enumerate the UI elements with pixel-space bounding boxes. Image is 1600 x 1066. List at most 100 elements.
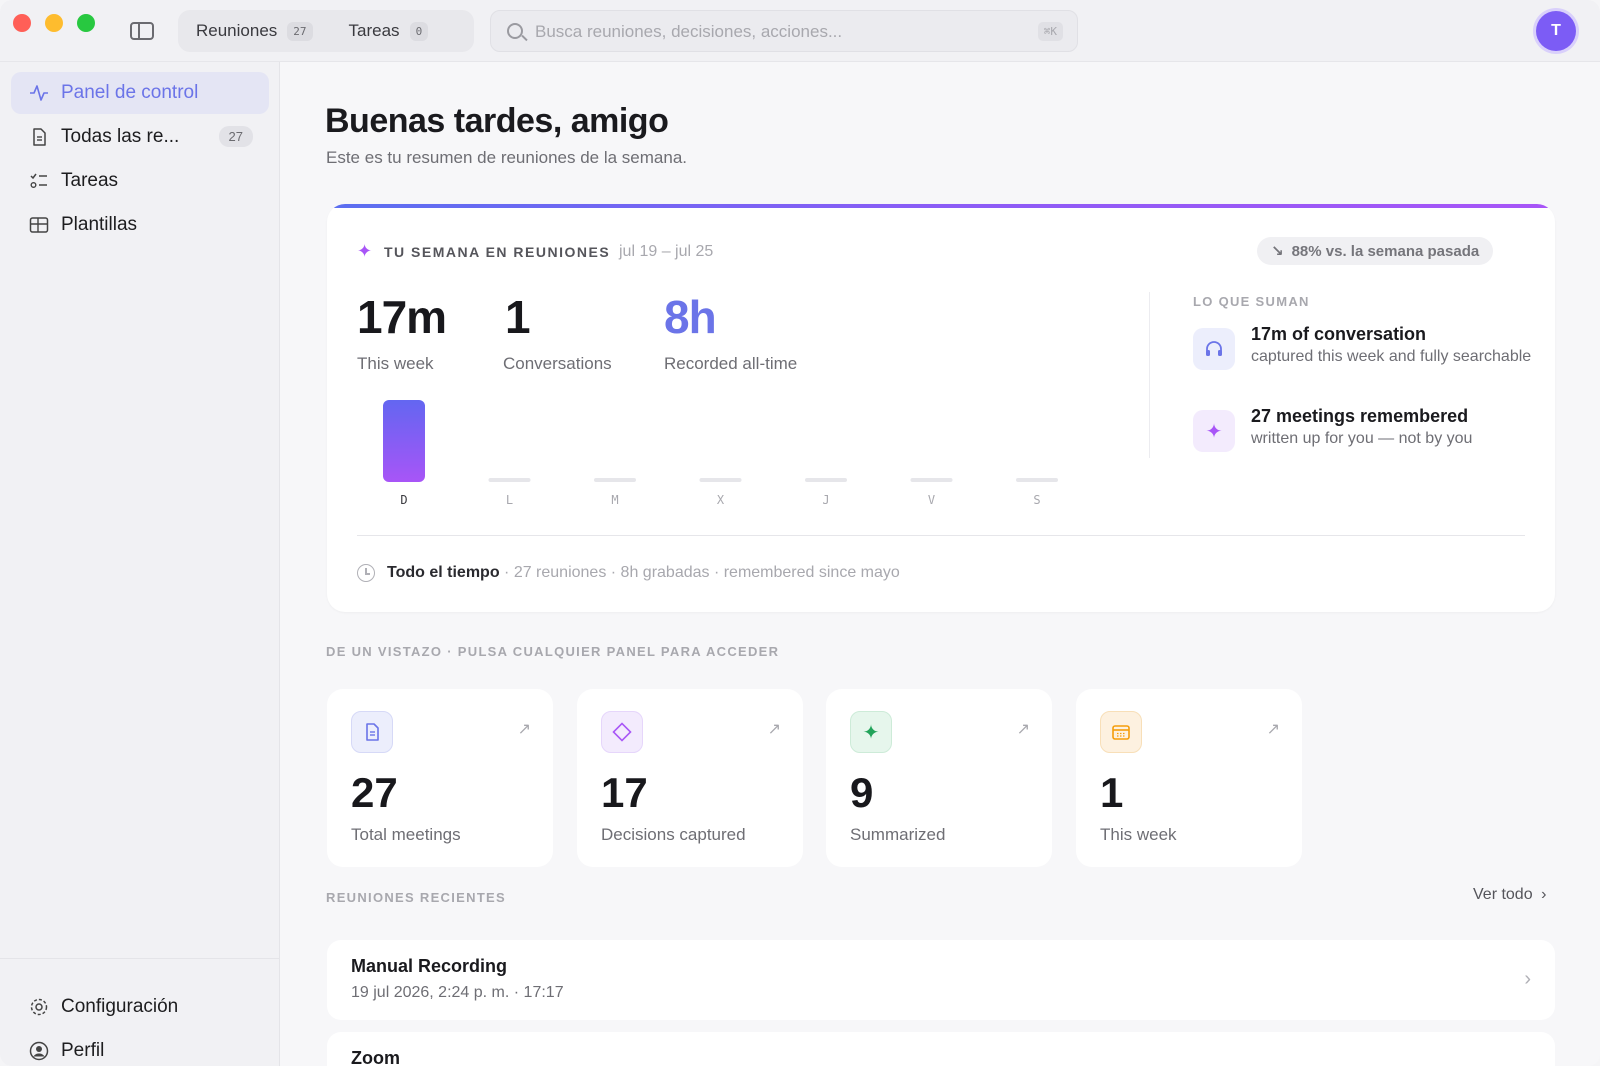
trend-badge: ↘ 88% vs. la semana pasada — [1257, 237, 1494, 265]
meeting-row[interactable]: Zoom — [327, 1032, 1555, 1066]
tab-tareas[interactable]: Tareas 0 — [331, 10, 447, 52]
sidebar-toggle-icon[interactable] — [130, 22, 154, 40]
page-title: Buenas tardes, amigo — [325, 102, 669, 140]
sidebar-item-label: Plantillas — [61, 214, 138, 235]
sparkle-icon: ✦ — [850, 711, 892, 753]
avatar[interactable]: T — [1536, 11, 1576, 51]
sidebar-item-label: Perfil — [61, 1040, 105, 1061]
card-accent-bar — [327, 204, 1555, 208]
weekly-bar-chart: DLMXJVS — [383, 400, 1058, 507]
chart-tick-label: S — [1033, 493, 1040, 507]
minimize-window-button[interactable] — [45, 14, 63, 32]
stat-recorded-value: 8h — [664, 291, 717, 343]
recent-section-title: REUNIONES RECIENTES — [326, 890, 507, 905]
chart-tick-label: L — [506, 493, 513, 507]
chart-bar-X — [699, 478, 742, 482]
chart-bar-J — [805, 478, 847, 482]
gear-icon — [30, 998, 48, 1016]
close-window-button[interactable] — [13, 14, 31, 32]
chart-bar-V — [910, 478, 953, 482]
profile-icon — [29, 1041, 49, 1061]
sparkle-icon: ✦ — [1193, 410, 1235, 452]
chart-tick-label: M — [611, 493, 618, 507]
tile-total-meetings[interactable]: ↗ 27 Total meetings — [327, 689, 553, 867]
chevron-right-icon: › — [1541, 886, 1547, 903]
chart-bar-M — [594, 478, 636, 482]
search-placeholder: Busca reuniones, decisiones, acciones... — [535, 22, 843, 41]
glance-section-title: DE UN VISTAZO · PULSA CUALQUIER PANEL PA… — [326, 644, 780, 659]
clock-icon — [357, 564, 375, 582]
search-input[interactable]: Busca reuniones, decisiones, acciones...… — [490, 10, 1078, 52]
stat-this-week-label: This week — [357, 354, 434, 373]
document-icon — [351, 711, 393, 753]
tab-label: Tareas — [348, 21, 400, 40]
view-switcher: Reuniones 27 Tareas 0 — [178, 10, 474, 52]
sidebar-divider — [0, 958, 280, 959]
activity-icon — [30, 85, 48, 101]
chart-tick-label: V — [928, 493, 935, 507]
tile-this-week[interactable]: ↗ 1 This week — [1076, 689, 1302, 867]
diamond-icon — [601, 711, 643, 753]
see-all-label: Ver todo — [1473, 886, 1533, 903]
table-icon — [29, 217, 49, 233]
trend-text: 88% vs. la semana pasada — [1291, 242, 1480, 260]
app-window: Reuniones 27 Tareas 0 Busca reuniones, d… — [0, 0, 1600, 1066]
meeting-title: Manual Recording — [351, 956, 508, 976]
document-icon — [33, 128, 46, 146]
meeting-meta: 19 jul 2026, 2:24 p. m. · 17:17 — [351, 984, 564, 1001]
summary-head: 27 meetings remembered — [1251, 406, 1469, 426]
tab-reuniones[interactable]: Reuniones 27 — [178, 10, 331, 52]
tile-decisions-captured[interactable]: ↗ 17 Decisions captured — [577, 689, 803, 867]
vertical-divider — [1149, 292, 1150, 458]
tab-count-badge: 0 — [409, 21, 429, 41]
tile-summarized[interactable]: ✦ ↗ 9 Summarized — [826, 689, 1052, 867]
sidebar-item-todas-las-reuniones[interactable]: Todas las re... 27 — [11, 116, 269, 158]
stat-conversations-value: 1 — [505, 291, 531, 343]
tile-label: Decisions captured — [601, 825, 746, 844]
tile-value: 27 — [351, 769, 398, 816]
search-icon — [507, 23, 523, 39]
all-time-details: · 27 reuniones · 8h grabadas · remembere… — [499, 564, 900, 581]
card-divider — [357, 535, 1525, 536]
sidebar-item-perfil[interactable]: Perfil — [11, 1030, 269, 1066]
tile-label: Summarized — [850, 825, 946, 844]
title-bar: Reuniones 27 Tareas 0 Busca reuniones, d… — [0, 0, 1600, 62]
all-time-label: Todo el tiempo — [387, 564, 500, 581]
main-content: Buenas tardes, amigo Este es tu resumen … — [281, 62, 1600, 1066]
tile-label: This week — [1100, 825, 1177, 844]
tab-count-badge: 27 — [287, 21, 313, 41]
arrow-up-right-icon: ↗ — [517, 721, 531, 738]
week-summary-card: ✦ TU SEMANA EN REUNIONES jul 19 – jul 25… — [327, 204, 1555, 612]
stat-conversations-label: Conversations — [503, 354, 612, 373]
sidebar-item-plantillas[interactable]: Plantillas — [11, 204, 269, 246]
tile-label: Total meetings — [351, 825, 461, 844]
headphones-icon — [1193, 328, 1235, 370]
tab-label: Reuniones — [196, 21, 278, 40]
summary-head: 17m of conversation — [1251, 324, 1427, 344]
sidebar-item-panel-de-control[interactable]: Panel de control — [11, 72, 269, 114]
sidebar-item-label: Todas las re... — [61, 126, 180, 147]
arrow-up-right-icon: ↗ — [767, 721, 781, 738]
date-range: jul 19 – jul 25 — [619, 243, 714, 260]
tile-value: 1 — [1100, 769, 1124, 816]
count-badge: 27 — [218, 126, 253, 147]
sidebar-item-label: Configuración — [61, 996, 179, 1017]
shortcut-hint: ⌘K — [1037, 22, 1063, 41]
checklist-icon — [30, 173, 47, 188]
sidebar-item-tareas[interactable]: Tareas — [11, 160, 269, 202]
tile-value: 9 — [850, 769, 874, 816]
chevron-right-icon: › — [1524, 968, 1531, 990]
arrow-up-right-icon: ↗ — [1266, 721, 1280, 738]
sparkle-icon: ✦ — [357, 241, 373, 261]
summary-sub: captured this week and fully searchable — [1251, 348, 1532, 365]
trend-down-icon: ↘ — [1271, 243, 1284, 260]
summary-sub: written up for you — not by you — [1251, 430, 1473, 447]
chart-tick-label: D — [400, 493, 407, 507]
zoom-window-button[interactable] — [77, 14, 95, 32]
sidebar-item-configuracion[interactable]: Configuración — [11, 986, 269, 1028]
chart-bar-S — [1016, 478, 1058, 482]
card-title: TU SEMANA EN REUNIONES — [384, 244, 611, 260]
stat-this-week-value: 17m — [357, 291, 447, 343]
see-all-link[interactable]: Ver todo › — [1473, 886, 1546, 904]
meeting-row[interactable]: Manual Recording 19 jul 2026, 2:24 p. m.… — [327, 940, 1555, 1020]
